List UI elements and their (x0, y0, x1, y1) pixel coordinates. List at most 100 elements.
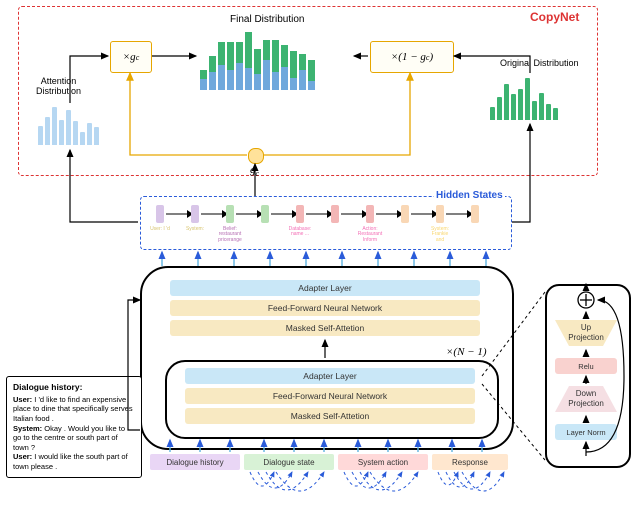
chart-bar (38, 126, 43, 145)
chart-bar-segment (254, 49, 261, 74)
chart-bar-segment (263, 40, 270, 60)
adapter-down-projection: Down Projection (553, 384, 619, 414)
chart-bar (73, 121, 78, 145)
chart-bar-segment (227, 42, 234, 71)
dialogue-u1-role: User: (13, 395, 32, 404)
svg-text:Down: Down (576, 389, 596, 398)
hidden-token-label: System: (182, 227, 208, 232)
hidden-token (296, 205, 304, 223)
chart-bar (546, 104, 551, 120)
hidden-token-arrow (201, 205, 228, 223)
hidden-token-label: User: I 'd (147, 227, 173, 232)
chart-bar (532, 101, 537, 120)
adapter-layernorm: Layer Norm (555, 424, 617, 440)
label-attention-distribution: Attention Distribution (36, 76, 81, 96)
chart-bar (66, 110, 71, 145)
chart-bar (94, 127, 99, 145)
copynet-title: CopyNet (530, 10, 579, 24)
layer-inner-adapter: Adapter Layer (185, 368, 475, 384)
chart-bar-segment (281, 45, 288, 66)
label-original-distribution: Original Distribution (500, 58, 579, 68)
hidden-token-arrow (411, 205, 438, 223)
chart-bar-segment (236, 63, 243, 90)
chart-bar-segment (290, 78, 297, 90)
hidden-token (226, 205, 234, 223)
adapter-relu: Relu (555, 358, 617, 374)
chart-stacked-bar (227, 42, 234, 90)
chart-stacked-bar (263, 40, 270, 90)
layer-inner-attn: Masked Self-Attetion (185, 408, 475, 424)
dialogue-turn-2: System: Okay . Would you like to go to t… (13, 424, 135, 453)
segment-dialogue-history: Dialogue history (150, 454, 240, 470)
chart-bar-segment (299, 70, 306, 90)
chart-bar-segment (200, 70, 207, 79)
dialogue-history-title: Dialogue history: (13, 382, 135, 393)
dialogue-s1-role: System: (13, 424, 42, 433)
chart-stacked-bar (209, 56, 216, 90)
chart-bar-segment (236, 42, 243, 63)
multiplier-one-minus-gc: ×(1 − gc) (370, 41, 454, 73)
chart-bar-segment (245, 32, 252, 68)
chart-bar-segment (218, 65, 225, 90)
gc-label-sub: c (256, 169, 260, 178)
dialogue-turn-3: User: I would like the south part of tow… (13, 452, 135, 471)
chart-bar-segment (299, 54, 306, 70)
chart-bar (490, 107, 495, 120)
hidden-token (471, 205, 479, 223)
chart-bar (87, 123, 92, 145)
hidden-token (191, 205, 199, 223)
hidden-token (401, 205, 409, 223)
chart-stacked-bar (245, 32, 252, 90)
chart-bar (525, 78, 530, 120)
layer-outer-attn: Masked Self-Attetion (170, 320, 480, 336)
label-final-distribution: Final Distribution (230, 14, 304, 25)
chart-bar (59, 120, 64, 145)
multiplier-gc-sub: c (136, 53, 140, 62)
hidden-tokens-row: User: I 'd System: Belief: restaurant pric… (150, 203, 500, 243)
chart-bar (80, 132, 85, 145)
multiplier-1mgc-text: ×(1 − g (391, 51, 426, 63)
adapter-detail-panel (545, 284, 631, 468)
chart-bar-segment (308, 60, 315, 81)
chart-final-distribution (200, 30, 350, 90)
chart-bar (497, 97, 502, 120)
segment-dialogue-state: Dialogue state (244, 454, 334, 470)
hidden-token-label: Belief: restaurant pricerange (217, 227, 243, 243)
multiplier-1mgc-tail: ) (429, 51, 433, 63)
hidden-token-label: System: Frankie and (427, 227, 453, 243)
multiplier-gc-text: ×g (123, 51, 136, 63)
svg-text:Projection: Projection (568, 399, 604, 408)
svg-text:Up: Up (581, 323, 592, 332)
hidden-token-label: Action: Restaurant Inform (357, 227, 383, 243)
chart-stacked-bar (236, 42, 243, 90)
chart-bar-segment (209, 56, 216, 72)
chart-bar-segment (290, 51, 297, 78)
chart-bar-segment (308, 81, 315, 90)
chart-bar-segment (281, 67, 288, 90)
hidden-token (331, 205, 339, 223)
chart-bar-segment (200, 79, 207, 90)
chart-stacked-bar (272, 40, 279, 90)
chart-bar-segment (272, 72, 279, 90)
hidden-token-arrow (166, 205, 193, 223)
chart-stacked-bar (299, 54, 306, 90)
chart-stacked-bar (281, 45, 288, 90)
segment-response: Response (432, 454, 508, 470)
hidden-token-arrow (341, 205, 368, 223)
chart-stacked-bar (308, 60, 315, 90)
layer-outer-adapter: Adapter Layer (170, 280, 480, 296)
layer-inner-ffn: Feed-Forward Neural Network (185, 388, 475, 404)
adapter-up-projection: Up Projection (553, 318, 619, 348)
chart-stacked-bar (290, 51, 297, 90)
chart-bar-segment (218, 42, 225, 65)
svg-text:Projection: Projection (568, 333, 604, 342)
hidden-token (436, 205, 444, 223)
adapter-plus-node (576, 290, 596, 310)
chart-bar-segment (227, 70, 234, 90)
dialogue-u2-role: User: (13, 452, 32, 461)
chart-bar (504, 84, 509, 120)
hidden-token-label: Database: name ... (287, 227, 313, 238)
segment-system-action: System action (338, 454, 428, 470)
chart-stacked-bar (200, 70, 207, 90)
chart-bar (511, 94, 516, 120)
